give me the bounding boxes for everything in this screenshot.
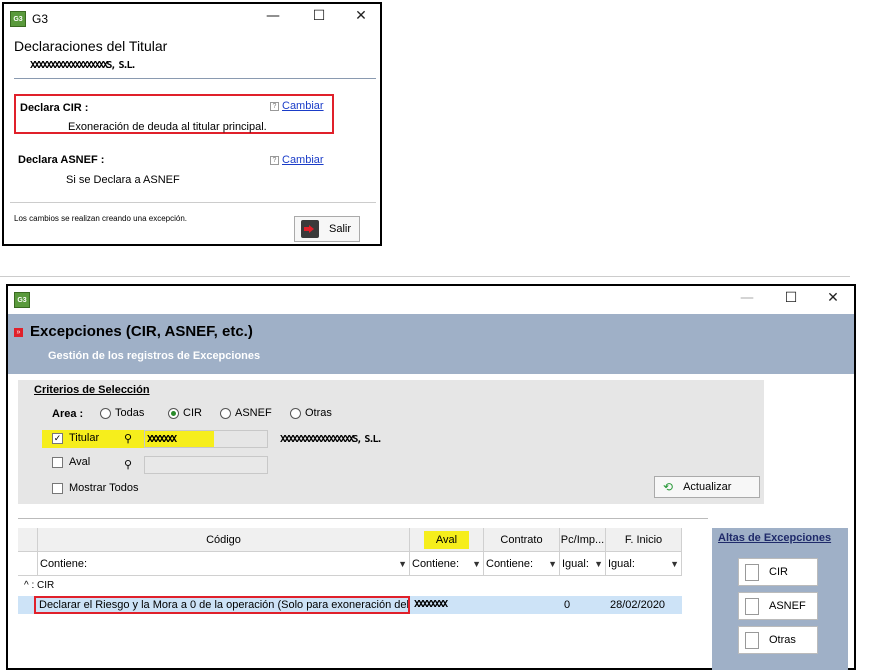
alta-cir-button[interactable]: CIR — [738, 558, 818, 586]
declaraciones-window: G3 G3 — ☐ ✕ Declaraciones del Titular XX… — [2, 2, 382, 246]
grid-divider — [18, 518, 708, 519]
maximize-icon[interactable]: ☐ — [308, 8, 330, 24]
search-icon[interactable]: ⚲ — [124, 458, 132, 471]
footer-note: Los cambios se realizan creando una exce… — [14, 214, 187, 223]
cir-change-link[interactable]: Cambiar — [282, 100, 324, 112]
refresh-icon: ⟲ — [663, 480, 674, 494]
company-name: XXXXXXXXXXXXXXXXXXXS, S.L. — [30, 60, 137, 71]
document-icon — [745, 563, 759, 581]
area-option-otras[interactable]: Otras — [290, 407, 332, 419]
row-codigo: Declarar el Riesgo y la Mora a 0 de la o… — [34, 596, 410, 614]
altas-title: Altas de Excepciones — [718, 532, 832, 544]
edit-icon: ? — [270, 155, 279, 165]
area-option-cir[interactable]: CIR — [168, 407, 202, 419]
maximize-icon[interactable]: ☐ — [780, 290, 802, 306]
row-inicio: 28/02/2020 — [610, 599, 666, 611]
refresh-button[interactable]: ⟲ Actualizar — [654, 476, 760, 498]
close-icon[interactable]: ✕ — [822, 290, 844, 306]
filter-contrato[interactable]: Contiene: ▼ — [484, 552, 560, 576]
exit-label: Salir — [329, 223, 352, 235]
refresh-label: Actualizar — [683, 481, 732, 493]
asnef-value: Si se Declara a ASNEF — [66, 174, 180, 186]
aval-field[interactable] — [144, 456, 268, 474]
page-title: Excepciones (CIR, ASNEF, etc.) — [30, 323, 253, 340]
exit-button[interactable]: Salir — [294, 216, 360, 242]
column-contrato[interactable]: Contrato — [484, 528, 560, 552]
app-icon: G3 — [14, 292, 30, 308]
footer-divider — [10, 202, 376, 203]
minimize-icon[interactable]: — — [736, 290, 758, 306]
column-inicio[interactable]: F. Inicio — [606, 528, 682, 552]
screen-divider — [0, 276, 850, 277]
area-option-asnef[interactable]: ASNEF — [220, 407, 272, 419]
header-divider — [14, 78, 376, 79]
alta-asnef-button[interactable]: ASNEF — [738, 592, 818, 620]
asnef-label: Declara ASNEF : — [18, 154, 105, 166]
document-icon — [745, 631, 759, 649]
filter-aval[interactable]: Contiene: ▼ — [410, 552, 484, 576]
table-row[interactable]: Declarar el Riesgo y la Mora a 0 de la o… — [18, 596, 682, 614]
collapse-icon[interactable]: » — [14, 328, 23, 337]
app-icon: G3 — [10, 11, 26, 27]
aval-checkbox[interactable]: Aval — [52, 456, 90, 468]
document-icon — [745, 597, 759, 615]
titular-code-field[interactable]: XXXXXXX — [144, 430, 268, 448]
cir-value: Exoneración de deuda al titular principa… — [68, 121, 267, 133]
search-icon[interactable]: ⚲ — [124, 432, 132, 445]
titular-checkbox[interactable]: ✓ Titular — [52, 432, 99, 444]
page-subtitle: Gestión de los registros de Excepciones — [48, 350, 261, 362]
header-band: » Excepciones (CIR, ASNEF, etc.) Gestión… — [8, 314, 854, 374]
row-aval: XXXXXXXX — [414, 599, 448, 610]
altas-panel: Altas de Excepciones CIR ASNEF Otras — [712, 528, 848, 670]
filter-pc[interactable]: Igual: ▼ — [560, 552, 606, 576]
column-aval[interactable]: Aval — [410, 528, 484, 552]
area-option-todas[interactable]: Todas — [100, 407, 144, 419]
group-row-cir[interactable]: ^ : CIR — [24, 580, 54, 591]
filter-codigo[interactable]: Contiene: ▼ — [38, 552, 410, 576]
alta-otras-button[interactable]: Otras — [738, 626, 818, 654]
close-icon[interactable]: ✕ — [350, 8, 372, 24]
column-codigo[interactable]: Código — [38, 528, 410, 552]
window-title: G3 — [32, 12, 49, 26]
excepciones-window: G3 — ☐ ✕ » Excepciones (CIR, ASNEF, etc.… — [6, 284, 856, 670]
criteria-panel: Criterios de Selección Area : Todas CIR … — [18, 380, 764, 504]
exit-door-icon — [301, 220, 319, 238]
area-label: Area : — [52, 408, 84, 420]
filter-inicio[interactable]: Igual: ▼ — [606, 552, 682, 576]
column-pc[interactable]: Pc/Imp... — [560, 528, 606, 552]
titular-name: XXXXXXXXXXXXXXXXXXS, S.L. — [280, 434, 383, 445]
edit-icon: ? — [270, 101, 279, 111]
mostrar-todos-checkbox[interactable]: Mostrar Todos — [52, 482, 139, 494]
grid-corner — [18, 528, 38, 552]
asnef-change-link[interactable]: Cambiar — [282, 154, 324, 166]
minimize-icon[interactable]: — — [262, 8, 284, 24]
row-pc: 0 — [564, 599, 571, 611]
filter-corner — [18, 552, 38, 576]
page-title: Declaraciones del Titular — [14, 38, 168, 54]
criteria-title: Criterios de Selección — [34, 384, 150, 396]
cir-label: Declara CIR : — [20, 102, 89, 114]
